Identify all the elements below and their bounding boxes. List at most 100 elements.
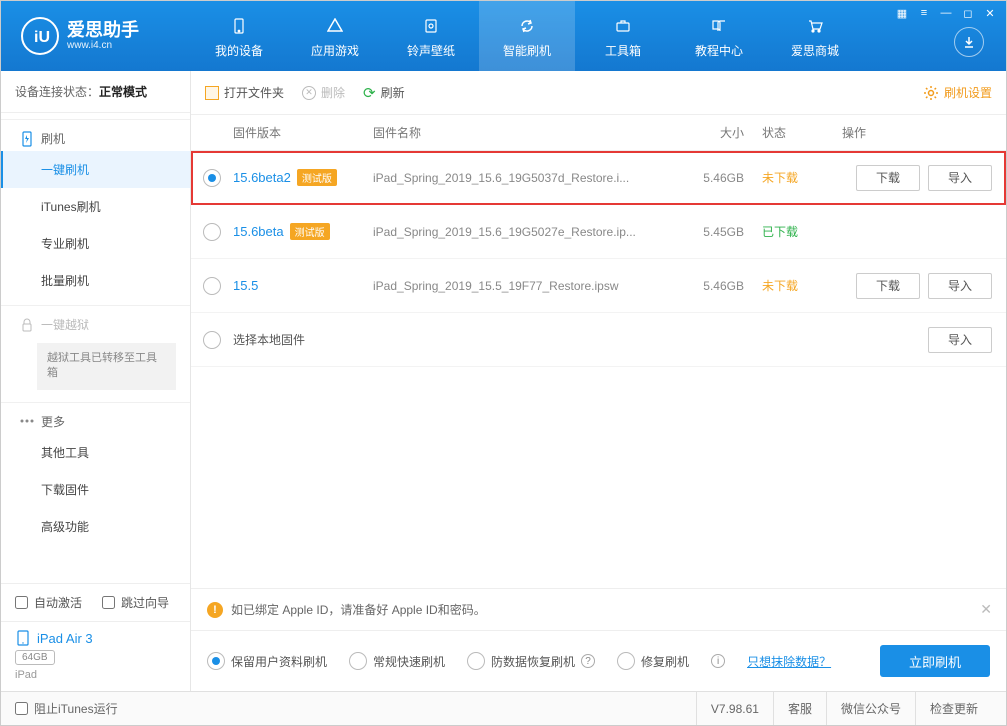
win-minimize-icon[interactable]: — bbox=[936, 5, 956, 21]
table-row[interactable]: 15.5 iPad_Spring_2019_15.5_19F77_Restore… bbox=[191, 259, 1006, 313]
device-card[interactable]: iPad Air 3 64GB iPad bbox=[1, 621, 190, 691]
mode-row: 保留用户资料刷机 常规快速刷机 防数据恢复刷机? 修复刷机 i 只想抹除数据？ … bbox=[191, 631, 1006, 691]
sidebar-item-advanced[interactable]: 高级功能 bbox=[1, 508, 190, 545]
nav-tutorials[interactable]: 教程中心 bbox=[671, 1, 767, 71]
table-header: 固件版本 固件名称 大小 状态 操作 bbox=[191, 115, 1006, 151]
firmware-name: iPad_Spring_2019_15.5_19F77_Restore.ipsw bbox=[373, 279, 682, 293]
status-text: 未下载 bbox=[762, 169, 842, 186]
version-text: 15.6beta bbox=[233, 224, 284, 239]
app-logo-icon: iU bbox=[21, 17, 59, 55]
firmware-name: iPad_Spring_2019_15.6_19G5037d_Restore.i… bbox=[373, 171, 682, 185]
beta-badge: 测试版 bbox=[290, 223, 330, 240]
mode-keep-data[interactable]: 保留用户资料刷机 bbox=[207, 652, 327, 670]
nav-my-device[interactable]: 我的设备 bbox=[191, 1, 287, 71]
sidebar-item-pro-flash[interactable]: 专业刷机 bbox=[1, 225, 190, 262]
jailbreak-note: 越狱工具已转移至工具箱 bbox=[37, 343, 176, 390]
sidebar-item-other-tools[interactable]: 其他工具 bbox=[1, 434, 190, 471]
bottom-panel: ! 如已绑定 Apple ID，请准备好 Apple ID和密码。 ✕ 保留用户… bbox=[191, 588, 1006, 691]
alert-close-button[interactable]: ✕ bbox=[980, 601, 992, 618]
table-row[interactable]: 15.6beta2 测试版 iPad_Spring_2019_15.6_19G50… bbox=[191, 151, 1006, 205]
version-text: 15.6beta2 bbox=[233, 170, 291, 185]
mode-antirecover[interactable]: 防数据恢复刷机? bbox=[467, 652, 595, 670]
device-capacity: 64GB bbox=[15, 650, 55, 665]
skip-guide-checkbox[interactable] bbox=[102, 596, 115, 609]
nav-toolbox[interactable]: 工具箱 bbox=[575, 1, 671, 71]
statusbar: 阻止iTunes运行 V7.98.61 客服 微信公众号 检查更新 bbox=[1, 691, 1006, 725]
sidebar-item-itunes-flash[interactable]: iTunes刷机 bbox=[1, 188, 190, 225]
info-icon[interactable]: i bbox=[711, 654, 725, 668]
col-status: 状态 bbox=[762, 124, 842, 141]
delete-icon: ✕ bbox=[302, 86, 316, 100]
flash-now-button[interactable]: 立即刷机 bbox=[880, 645, 990, 677]
nav-ringtones[interactable]: 铃声壁纸 bbox=[383, 1, 479, 71]
sidebar-group-more: 更多 bbox=[1, 402, 190, 434]
toolbar: 打开文件夹 ✕删除 ⟳刷新 刷机设置 bbox=[191, 71, 1006, 115]
status-text: 未下载 bbox=[762, 277, 842, 294]
beta-badge: 测试版 bbox=[297, 169, 337, 186]
size-text: 5.45GB bbox=[682, 225, 762, 239]
tablet-icon bbox=[15, 630, 31, 646]
kefu-button[interactable]: 客服 bbox=[773, 692, 826, 725]
erase-only-link[interactable]: 只想抹除数据？ bbox=[747, 653, 831, 670]
firmware-name: iPad_Spring_2019_15.6_19G5027e_Restore.i… bbox=[373, 225, 682, 239]
connection-status: 设备连接状态：正常模式 bbox=[1, 71, 190, 113]
win-grid-icon[interactable]: ▦ bbox=[892, 5, 912, 21]
col-name: 固件名称 bbox=[373, 124, 682, 141]
gear-icon bbox=[923, 85, 939, 101]
op-button[interactable]: 下载 bbox=[856, 165, 920, 191]
win-menu-icon[interactable]: ≡ bbox=[914, 5, 934, 21]
info-icon[interactable]: ? bbox=[581, 654, 595, 668]
sidebar: 设备连接状态：正常模式 刷机 一键刷机 iTunes刷机 专业刷机 批量刷机 一… bbox=[1, 71, 191, 691]
size-text: 5.46GB bbox=[682, 171, 762, 185]
mode-repair[interactable]: 修复刷机 bbox=[617, 652, 689, 670]
col-size: 大小 bbox=[682, 124, 762, 141]
titlebar: iU 爱思助手 www.i4.cn 我的设备 应用游戏 铃声壁纸 智能刷机 工具… bbox=[1, 1, 1006, 71]
version-text: 15.5 bbox=[233, 278, 258, 293]
folder-icon bbox=[205, 86, 219, 100]
op-button[interactable]: 下载 bbox=[856, 273, 920, 299]
row-radio[interactable] bbox=[203, 169, 221, 187]
check-update-button[interactable]: 检查更新 bbox=[915, 692, 992, 725]
op-button[interactable]: 导入 bbox=[928, 165, 992, 191]
more-icon bbox=[19, 413, 35, 429]
flash-icon bbox=[515, 14, 539, 38]
mode-normal[interactable]: 常规快速刷机 bbox=[349, 652, 445, 670]
lock-icon bbox=[19, 317, 35, 333]
toolbox-icon bbox=[611, 14, 635, 38]
app-name: 爱思助手 bbox=[67, 21, 139, 41]
status-text: 已下载 bbox=[762, 223, 842, 240]
window-controls: ▦ ≡ — ◻ ✕ bbox=[892, 5, 1000, 21]
op-button[interactable]: 导入 bbox=[928, 273, 992, 299]
device-icon bbox=[227, 14, 251, 38]
op-button[interactable]: 导入 bbox=[928, 327, 992, 353]
table-row[interactable]: 选择本地固件 导入 bbox=[191, 313, 1006, 367]
sidebar-item-oneclick-flash[interactable]: 一键刷机 bbox=[1, 151, 190, 188]
win-close-icon[interactable]: ✕ bbox=[980, 5, 1000, 21]
wechat-button[interactable]: 微信公众号 bbox=[826, 692, 915, 725]
skip-guide-label: 跳过向导 bbox=[121, 594, 169, 611]
win-maximize-icon[interactable]: ◻ bbox=[958, 5, 978, 21]
version-label: V7.98.61 bbox=[696, 692, 773, 725]
col-version: 固件版本 bbox=[233, 124, 373, 141]
block-itunes-checkbox[interactable] bbox=[15, 702, 28, 715]
row-radio[interactable] bbox=[203, 223, 221, 241]
open-folder-button[interactable]: 打开文件夹 bbox=[205, 84, 284, 101]
row-radio[interactable] bbox=[203, 277, 221, 295]
table-row[interactable]: 15.6beta 测试版 iPad_Spring_2019_15.6_19G502… bbox=[191, 205, 1006, 259]
nav-store[interactable]: 爱思商城 bbox=[767, 1, 863, 71]
apps-icon bbox=[323, 14, 347, 38]
music-icon bbox=[419, 14, 443, 38]
refresh-button[interactable]: ⟳刷新 bbox=[363, 84, 405, 102]
logo-area: iU 爱思助手 www.i4.cn bbox=[1, 17, 191, 55]
sidebar-item-batch-flash[interactable]: 批量刷机 bbox=[1, 262, 190, 299]
row-radio[interactable] bbox=[203, 331, 221, 349]
content: 打开文件夹 ✕删除 ⟳刷新 刷机设置 固件版本 固件名称 大小 状态 操作 15… bbox=[191, 71, 1006, 691]
sidebar-item-download-fw[interactable]: 下载固件 bbox=[1, 471, 190, 508]
flash-settings-button[interactable]: 刷机设置 bbox=[923, 84, 992, 101]
nav-smart-flash[interactable]: 智能刷机 bbox=[479, 1, 575, 71]
topnav: 我的设备 应用游戏 铃声壁纸 智能刷机 工具箱 教程中心 爱思商城 bbox=[191, 1, 863, 71]
nav-apps[interactable]: 应用游戏 bbox=[287, 1, 383, 71]
download-manager-button[interactable] bbox=[954, 27, 984, 57]
auto-activate-checkbox[interactable] bbox=[15, 596, 28, 609]
device-type: iPad bbox=[15, 669, 176, 681]
